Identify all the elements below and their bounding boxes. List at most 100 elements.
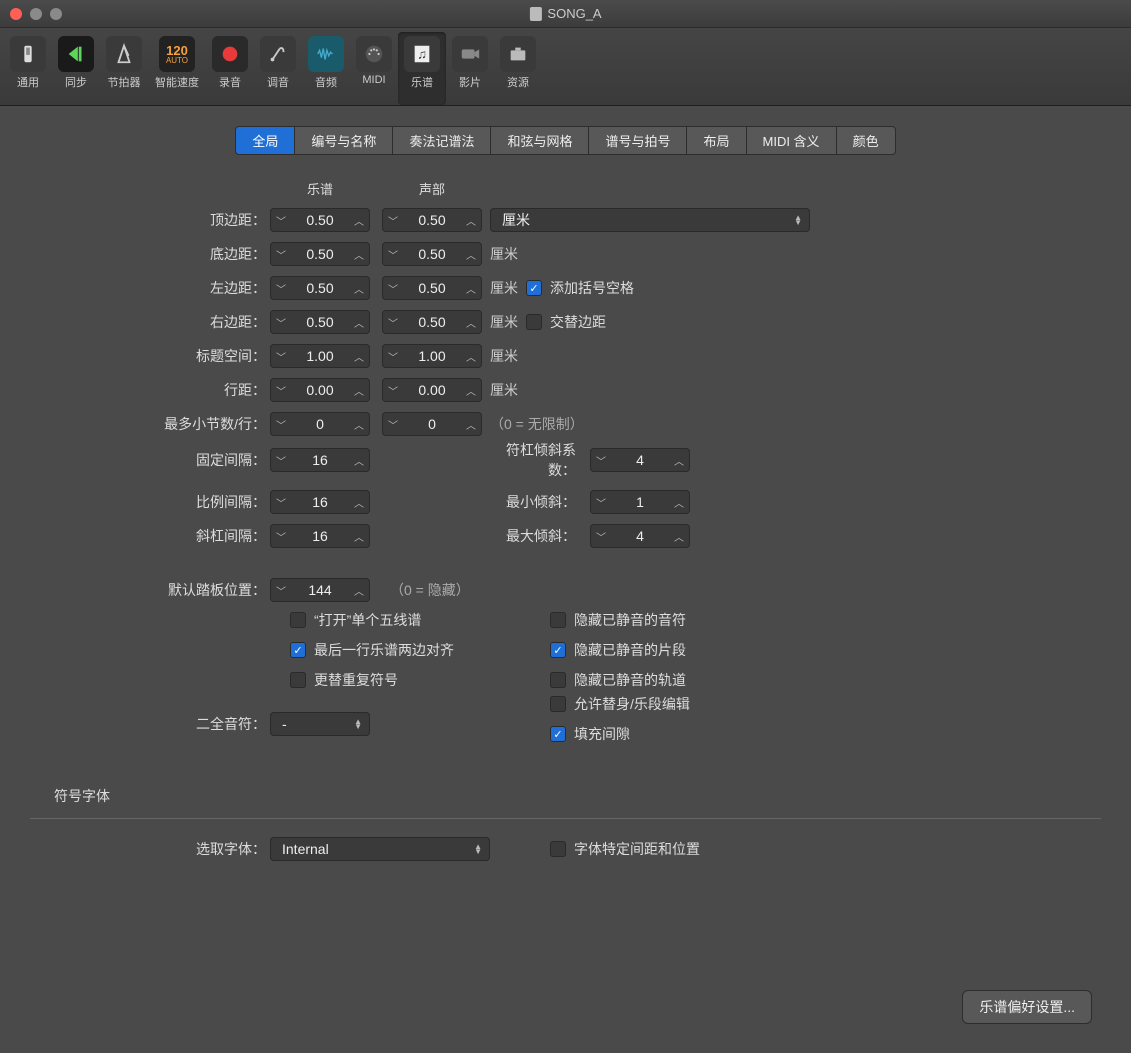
subtab-6[interactable]: MIDI 含义	[747, 126, 837, 155]
stepper-min_slant[interactable]: ﹀1︿	[590, 490, 690, 514]
chevron-up-icon[interactable]: ︿	[350, 213, 368, 228]
subtab-2[interactable]: 奏法记谱法	[393, 126, 491, 155]
checkbox-icon[interactable]	[526, 314, 542, 330]
check-right-2[interactable]: 隐藏已静音的轨道	[550, 670, 850, 690]
subtab-0[interactable]: 全局	[235, 126, 295, 155]
checkbox-icon[interactable]	[290, 672, 306, 688]
chevron-down-icon[interactable]: ﹀	[272, 495, 290, 510]
toolbar-audio[interactable]: 音频	[302, 32, 350, 105]
chevron-up-icon[interactable]: ︿	[350, 417, 368, 432]
chevron-up-icon[interactable]: ︿	[462, 315, 480, 330]
checkbox-icon[interactable]: ✓	[290, 642, 306, 658]
toolbar-score[interactable]: ♫乐谱	[398, 32, 446, 105]
checkbox-icon[interactable]	[550, 612, 566, 628]
chevron-down-icon[interactable]: ﹀	[272, 281, 290, 296]
chevron-down-icon[interactable]: ﹀	[384, 213, 402, 228]
stepper-bars-b[interactable]: ﹀0︿	[382, 412, 482, 436]
chevron-up-icon[interactable]: ︿	[350, 529, 368, 544]
stepper-prop[interactable]: ﹀16︿	[270, 490, 370, 514]
stepper-header-b[interactable]: ﹀1.00︿	[382, 344, 482, 368]
chevron-down-icon[interactable]: ﹀	[272, 247, 290, 262]
chevron-up-icon[interactable]: ︿	[350, 453, 368, 468]
chevron-up-icon[interactable]: ︿	[350, 281, 368, 296]
chevron-up-icon[interactable]: ︿	[350, 247, 368, 262]
chevron-down-icon[interactable]: ﹀	[272, 315, 290, 330]
stepper-max_slant[interactable]: ﹀4︿	[590, 524, 690, 548]
chevron-down-icon[interactable]: ﹀	[384, 383, 402, 398]
stepper-right-a[interactable]: ﹀0.50︿	[270, 310, 370, 334]
chevron-up-icon[interactable]: ︿	[670, 529, 688, 544]
chevron-down-icon[interactable]: ﹀	[272, 453, 290, 468]
chevron-down-icon[interactable]: ﹀	[272, 349, 290, 364]
toolbar-smarttempo[interactable]: 120AUTO智能速度	[148, 32, 206, 105]
chevron-up-icon[interactable]: ︿	[350, 315, 368, 330]
stepper-left-a[interactable]: ﹀0.50︿	[270, 276, 370, 300]
toolbar-general[interactable]: 通用	[4, 32, 52, 105]
chevron-up-icon[interactable]: ︿	[462, 247, 480, 262]
toolbar-movie[interactable]: 影片	[446, 32, 494, 105]
chevron-up-icon[interactable]: ︿	[462, 213, 480, 228]
stepper-beam_slant[interactable]: ﹀4︿	[590, 448, 690, 472]
toolbar-record[interactable]: 录音	[206, 32, 254, 105]
chevron-up-icon[interactable]: ︿	[462, 281, 480, 296]
subtab-3[interactable]: 和弦与网格	[491, 126, 589, 155]
chevron-up-icon[interactable]: ︿	[350, 383, 368, 398]
chevron-down-icon[interactable]: ﹀	[272, 583, 290, 598]
pedal-value[interactable]: 144	[290, 582, 350, 598]
checkbox-icon[interactable]	[550, 841, 566, 857]
stepper-bottom-b[interactable]: ﹀0.50︿	[382, 242, 482, 266]
check-left-2[interactable]: 更替重复符号	[290, 670, 550, 690]
font-select[interactable]: Internal ▲▼	[270, 837, 490, 861]
chevron-down-icon[interactable]: ﹀	[384, 247, 402, 262]
check-right2-1[interactable]: ✓填充间隙	[550, 724, 850, 744]
stepper-bottom-a[interactable]: ﹀0.50︿	[270, 242, 370, 266]
maximize-icon[interactable]	[50, 8, 62, 20]
check-left-1[interactable]: ✓最后一行乐谱两边对齐	[290, 640, 550, 660]
chevron-down-icon[interactable]: ﹀	[272, 383, 290, 398]
stepper-line-a[interactable]: ﹀0.00︿	[270, 378, 370, 402]
stepper-left-b[interactable]: ﹀0.50︿	[382, 276, 482, 300]
close-icon[interactable]	[10, 8, 22, 20]
toolbar-assets[interactable]: 资源	[494, 32, 542, 105]
chevron-up-icon[interactable]: ︿	[670, 495, 688, 510]
chevron-up-icon[interactable]: ︿	[670, 453, 688, 468]
check-left[interactable]: ✓添加括号空格	[526, 278, 634, 298]
check-left-0[interactable]: “打开”单个五线谱	[290, 610, 550, 630]
chevron-up-icon[interactable]: ︿	[350, 349, 368, 364]
chevron-up-icon[interactable]: ︿	[462, 417, 480, 432]
chevron-down-icon[interactable]: ﹀	[272, 529, 290, 544]
toolbar-sync[interactable]: 同步	[52, 32, 100, 105]
chevron-down-icon[interactable]: ﹀	[272, 213, 290, 228]
subtab-5[interactable]: 布局	[687, 126, 746, 155]
pedal-stepper[interactable]: ﹀ 144 ︿	[270, 578, 370, 602]
checkbox-icon[interactable]: ✓	[550, 726, 566, 742]
stepper-slash[interactable]: ﹀16︿	[270, 524, 370, 548]
check-right-0[interactable]: 隐藏已静音的音符	[550, 610, 850, 630]
chevron-up-icon[interactable]: ︿	[462, 349, 480, 364]
stepper-right-b[interactable]: ﹀0.50︿	[382, 310, 482, 334]
chevron-down-icon[interactable]: ﹀	[272, 417, 290, 432]
subtab-1[interactable]: 编号与名称	[295, 126, 393, 155]
stepper-line-b[interactable]: ﹀0.00︿	[382, 378, 482, 402]
font-check[interactable]: 字体特定间距和位置	[550, 839, 850, 859]
chevron-down-icon[interactable]: ﹀	[384, 417, 402, 432]
stepper-top-a[interactable]: ﹀0.50︿	[270, 208, 370, 232]
chevron-down-icon[interactable]: ﹀	[384, 349, 402, 364]
double-whole-select[interactable]: - ▲▼	[270, 712, 370, 736]
toolbar-midi[interactable]: MIDI	[350, 32, 398, 105]
subtab-4[interactable]: 谱号与拍号	[589, 126, 687, 155]
score-prefs-button[interactable]: 乐谱偏好设置...	[963, 991, 1091, 1023]
toolbar-metronome[interactable]: 节拍器	[100, 32, 148, 105]
stepper-top-b[interactable]: ﹀0.50︿	[382, 208, 482, 232]
chevron-up-icon[interactable]: ︿	[350, 495, 368, 510]
chevron-down-icon[interactable]: ﹀	[592, 495, 610, 510]
check-right-1[interactable]: ✓隐藏已静音的片段	[550, 640, 850, 660]
unit-select[interactable]: 厘米▲▼	[490, 208, 810, 232]
chevron-up-icon[interactable]: ︿	[462, 383, 480, 398]
toolbar-tuning[interactable]: 调音	[254, 32, 302, 105]
stepper-bars-a[interactable]: ﹀0︿	[270, 412, 370, 436]
chevron-up-icon[interactable]: ︿	[350, 583, 368, 598]
check-right[interactable]: 交替边距	[526, 312, 606, 332]
stepper-header-a[interactable]: ﹀1.00︿	[270, 344, 370, 368]
checkbox-icon[interactable]: ✓	[526, 280, 542, 296]
